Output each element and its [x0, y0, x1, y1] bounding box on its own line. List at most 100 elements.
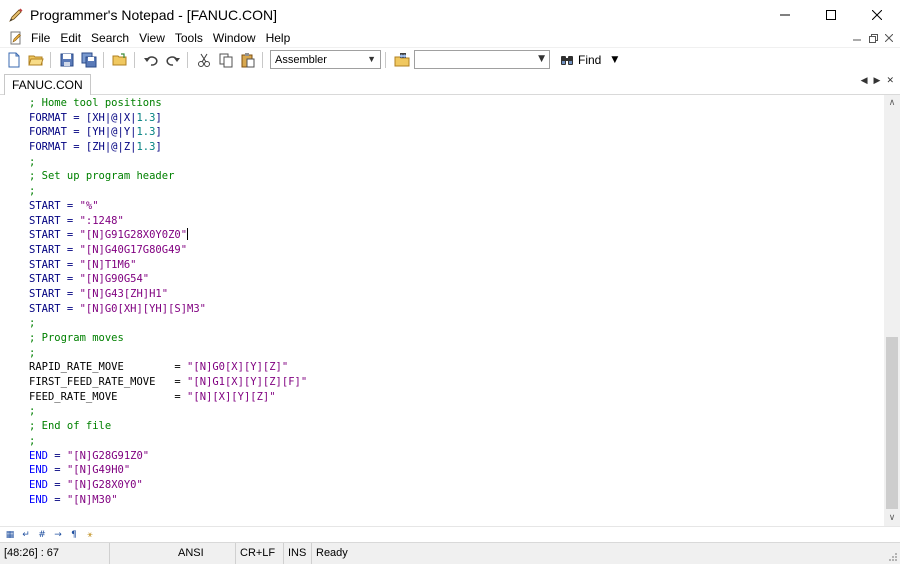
code-token: START = — [29, 199, 80, 212]
copy-button[interactable] — [216, 50, 236, 70]
find-button[interactable]: Find — [560, 53, 601, 67]
mdi-minimize-button[interactable] — [850, 31, 864, 45]
code-line[interactable]: ; Program moves — [29, 331, 307, 346]
code-line[interactable]: FORMAT = [XH|@|X|1.3] — [29, 111, 307, 126]
menu-tools[interactable]: Tools — [170, 29, 208, 47]
maximize-button[interactable] — [808, 0, 854, 29]
scheme-select[interactable]: Assembler ▼ — [270, 50, 381, 69]
mdi-restore-button[interactable] — [866, 31, 880, 45]
menu-window[interactable]: Window — [208, 29, 261, 47]
code-line[interactable]: FEED_RATE_MOVE = "[N][X][Y][Z]" — [29, 390, 307, 405]
tab-fanuc-con[interactable]: FANUC.CON — [4, 74, 91, 95]
code-token: "[N]G91G28X0Y0Z0" — [79, 229, 188, 242]
code-line[interactable]: ; Set up program header — [29, 169, 307, 184]
app-pen-icon[interactable] — [8, 7, 24, 23]
tab-scroll-right-icon[interactable]: ▶ — [874, 76, 881, 86]
code-text[interactable]: ; Home tool positions FORMAT = [XH|@|X|1.… — [29, 96, 307, 507]
menu-view[interactable]: View — [134, 29, 170, 47]
undo-button[interactable] — [141, 50, 161, 70]
word-wrap-icon[interactable]: ↵ — [20, 529, 32, 541]
code-line[interactable]: ; — [29, 434, 307, 449]
code-line[interactable]: END = "[N]G28X0Y0" — [29, 478, 307, 493]
code-line[interactable]: END = "[N]G49H0" — [29, 463, 307, 478]
whitespace-icon[interactable]: → — [52, 529, 64, 541]
code-line[interactable]: END = "[N]G28G91Z0" — [29, 449, 307, 464]
code-line[interactable]: START = "[N]G0[XH][YH][S]M3" — [29, 302, 307, 317]
toggle-output-icon[interactable]: ▦ — [4, 529, 16, 541]
code-token: ; Home tool positions — [29, 97, 162, 109]
eol-marker-icon[interactable]: ¶ — [68, 529, 80, 541]
menu-file[interactable]: File — [26, 29, 55, 47]
code-line[interactable]: ; — [29, 316, 307, 331]
code-token: "[N]G49H0" — [66, 464, 131, 477]
menu-edit[interactable]: Edit — [55, 29, 86, 47]
code-token: ] — [155, 126, 162, 139]
open-file-button[interactable] — [26, 50, 46, 70]
minimize-button[interactable] — [762, 0, 808, 29]
code-line[interactable]: START = "[N]G40G17G80G49" — [29, 243, 307, 258]
code-line[interactable]: ; End of file — [29, 419, 307, 434]
new-file-icon — [8, 52, 20, 67]
find-in-files-button[interactable] — [392, 50, 412, 70]
code-editor[interactable]: ; Home tool positions FORMAT = [XH|@|X|1.… — [0, 95, 884, 526]
find-input[interactable]: ▼ — [414, 50, 550, 69]
mdi-close-button[interactable] — [882, 31, 896, 45]
code-line[interactable]: ; — [29, 346, 307, 361]
code-line[interactable]: START = "[N]G90G54" — [29, 272, 307, 287]
code-token: = — [47, 493, 67, 506]
open-folder-button[interactable] — [110, 50, 130, 70]
code-line[interactable]: FORMAT = [YH|@|Y|1.3] — [29, 125, 307, 140]
maximize-icon — [826, 9, 836, 20]
find-dropdown-icon[interactable]: ▼ — [611, 55, 618, 65]
close-button[interactable] — [854, 0, 900, 29]
code-token: END — [29, 478, 48, 491]
line-numbers-icon[interactable]: # — [36, 529, 48, 541]
cut-button[interactable] — [194, 50, 214, 70]
vertical-scrollbar[interactable]: ∧ ∨ — [884, 95, 900, 526]
code-line[interactable]: START = "%" — [29, 199, 307, 214]
code-line[interactable]: FORMAT = [ZH|@|Z|1.3] — [29, 140, 307, 155]
code-token: ; — [29, 317, 36, 330]
code-line[interactable]: ; Home tool positions — [29, 96, 307, 111]
code-token: START = — [29, 243, 80, 256]
undo-icon — [144, 55, 158, 66]
menu-help[interactable]: Help — [261, 29, 296, 47]
code-line[interactable]: START = "[N]T1M6" — [29, 258, 307, 273]
code-line[interactable]: ; — [29, 155, 307, 170]
toolbar-separator — [385, 51, 386, 68]
code-token: RAPID_RATE_MOVE = — [29, 361, 188, 374]
new-file-button[interactable] — [4, 50, 24, 70]
code-line[interactable]: FIRST_FEED_RATE_MOVE = "[N]G1[X][Y][Z][F… — [29, 375, 307, 390]
document-menu-icon[interactable] — [9, 31, 23, 45]
code-line[interactable]: ; — [29, 184, 307, 199]
code-token: "[N]G0[X][Y][Z]" — [187, 361, 289, 374]
tab-scroll-left-icon[interactable]: ◀ — [861, 76, 868, 86]
scroll-up-icon[interactable]: ∧ — [884, 95, 900, 111]
code-line[interactable]: START = "[N]G91G28X0Y0Z0" — [29, 228, 307, 243]
code-token: ] — [155, 141, 162, 154]
code-token: ; — [29, 185, 36, 198]
save-button[interactable] — [57, 50, 77, 70]
code-token: "[N]G1[X][Y][Z][F]" — [187, 376, 308, 389]
scroll-down-icon[interactable]: ∨ — [884, 510, 900, 526]
resize-grip-icon[interactable] — [888, 552, 898, 562]
paste-button[interactable] — [238, 50, 258, 70]
chevron-down-icon[interactable]: ▼ — [538, 54, 545, 64]
save-all-icon — [81, 52, 97, 67]
tab-close-icon[interactable]: ✕ — [886, 76, 894, 86]
code-line[interactable]: START = ":1248" — [29, 214, 307, 229]
pin-icon[interactable]: ⚹ — [84, 529, 96, 541]
code-line[interactable]: START = "[N]G43[ZH]H1" — [29, 287, 307, 302]
code-line[interactable]: ; — [29, 404, 307, 419]
close-icon — [872, 9, 882, 20]
toolbar-separator — [50, 51, 51, 68]
save-all-button[interactable] — [79, 50, 99, 70]
code-line[interactable]: END = "[N]M30" — [29, 493, 307, 508]
minimize-icon — [780, 14, 790, 15]
code-line[interactable]: RAPID_RATE_MOVE = "[N]G0[X][Y][Z]" — [29, 360, 307, 375]
menu-search[interactable]: Search — [86, 29, 134, 47]
scrollbar-thumb[interactable] — [886, 337, 898, 509]
text-caret — [187, 228, 189, 241]
code-token: "[N]G43[ZH]H1" — [79, 287, 169, 300]
redo-button[interactable] — [163, 50, 183, 70]
